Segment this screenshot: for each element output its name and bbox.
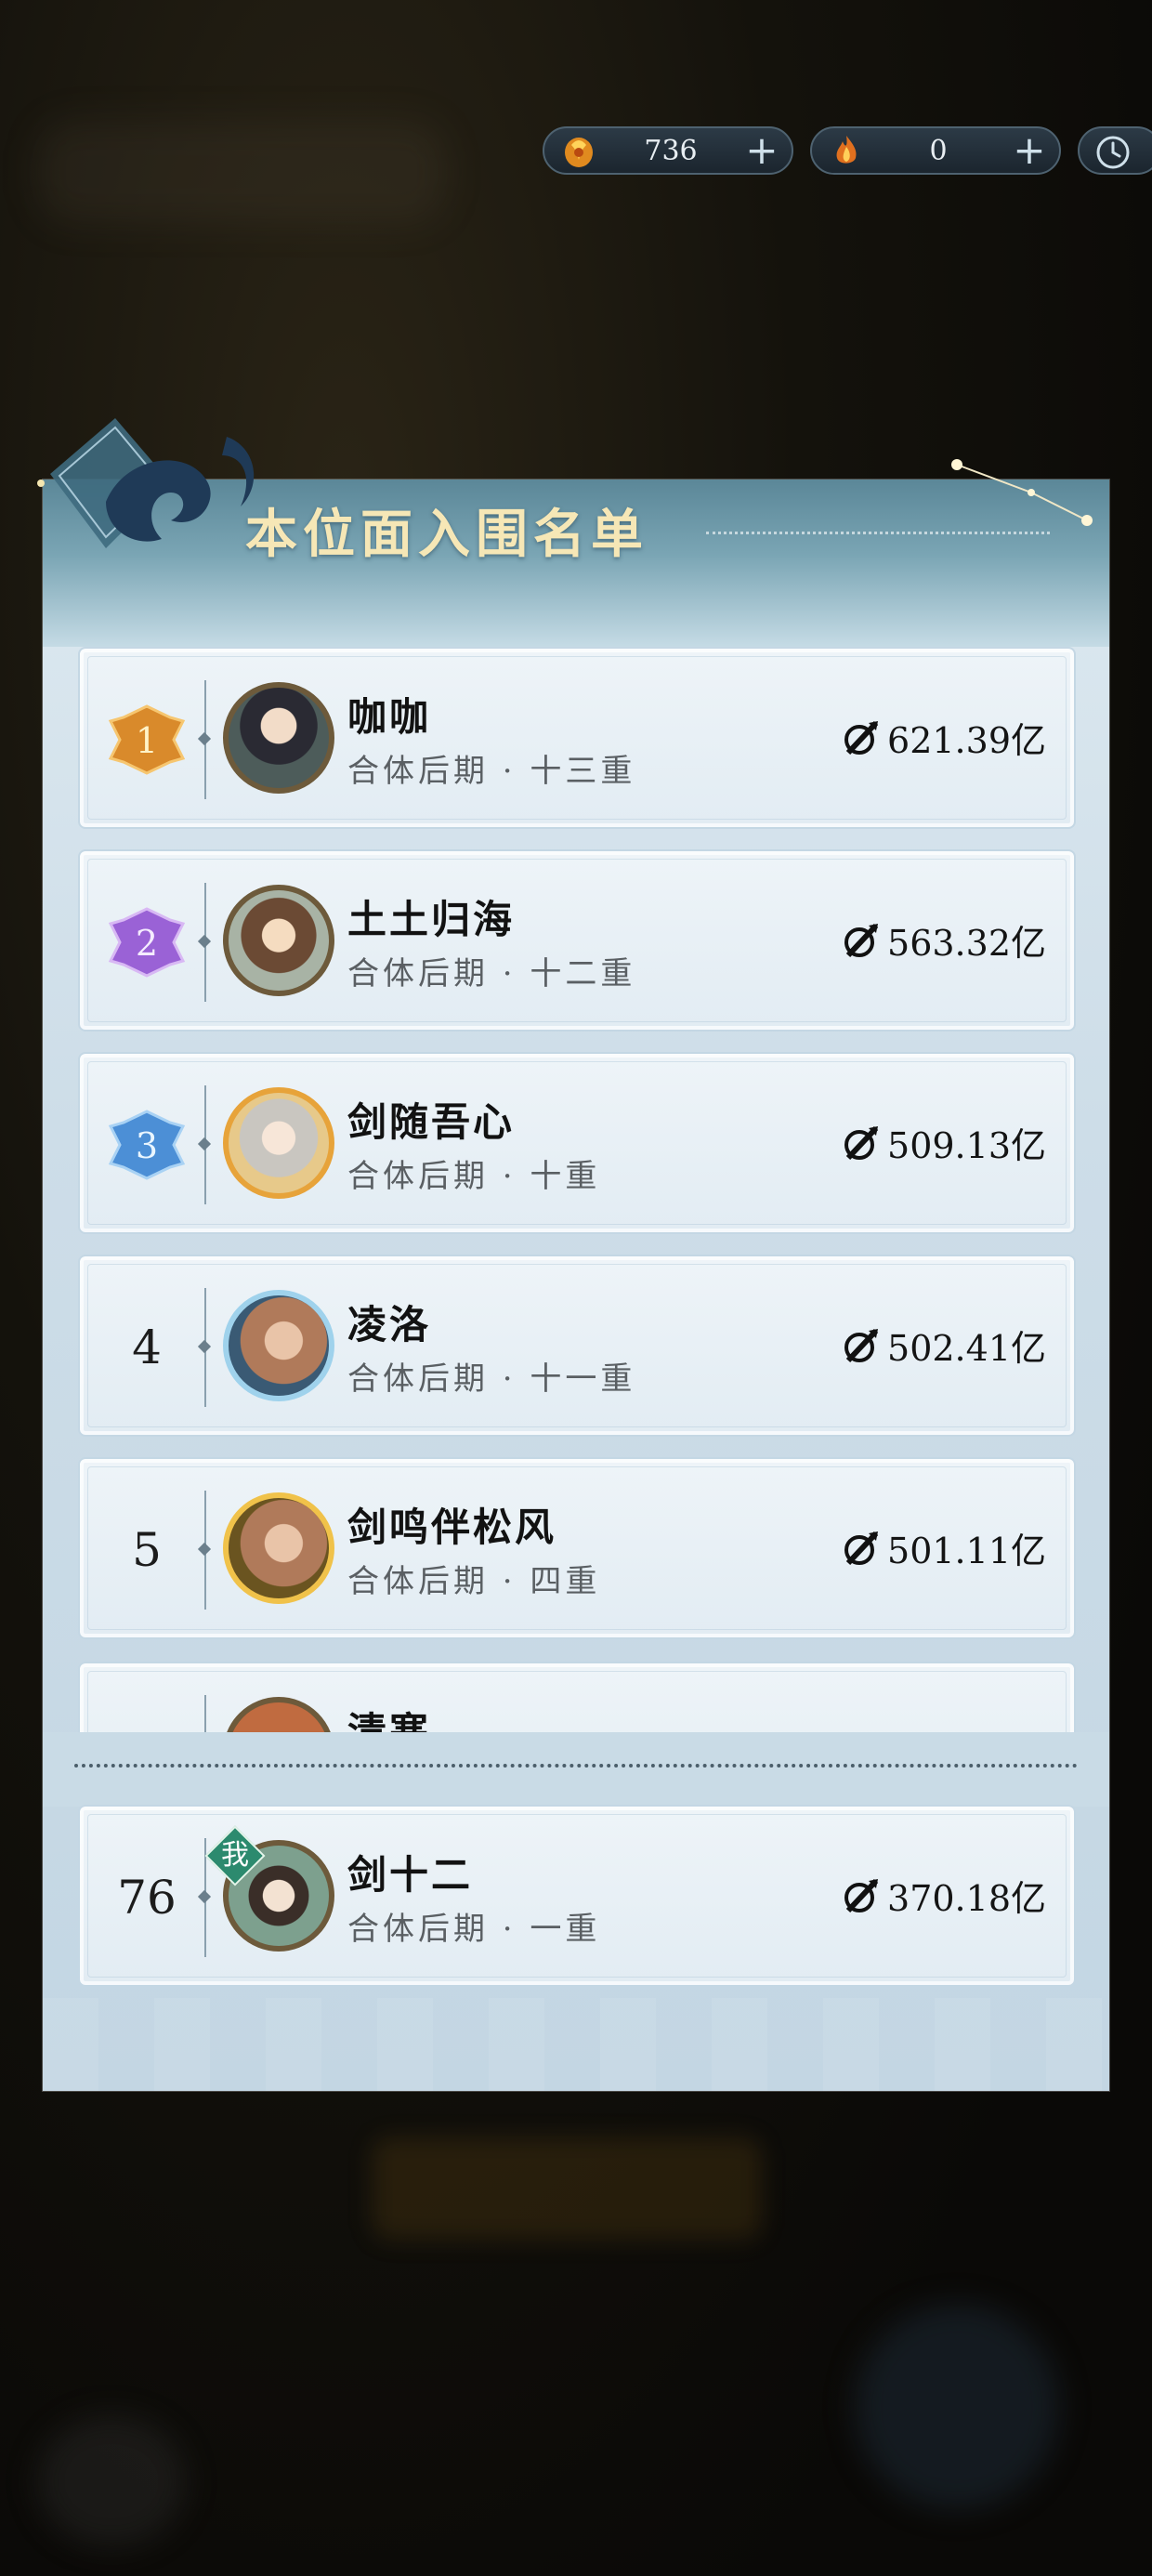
ranking-row[interactable]: 1 咖咖 合体后期 · 十三重 621.39亿 [78, 647, 1076, 829]
rank-badge: 3 [100, 1098, 193, 1191]
player-realm: 合体后期 · 十三重 [347, 753, 636, 790]
row-divider [204, 1085, 206, 1204]
constellation-decoration [951, 459, 1093, 526]
spirit-stone-icon [557, 129, 600, 172]
combat-power-value: 501.11亿 [887, 1531, 1046, 1571]
ranking-list-scroll-edge: 清寒 [78, 1662, 1076, 1732]
my-ranking-row[interactable]: 76 我 剑十二 合体后期 · 一重 370.18亿 [78, 1805, 1076, 1987]
combat-power: 621.39亿 [841, 712, 1046, 763]
rank-number: 76 [117, 1871, 177, 1925]
blurred-background-title [37, 121, 446, 223]
self-tag: 我 [221, 1839, 249, 1872]
currency-value: 736 [644, 134, 698, 167]
combat-power-value: 502.41亿 [887, 1328, 1046, 1369]
player-name: 凌洛 [347, 1302, 432, 1347]
player-avatar[interactable] [223, 1290, 334, 1401]
player-name: 剑鸣伴松风 [347, 1505, 557, 1550]
combat-power-icon [844, 923, 879, 957]
player-avatar[interactable] [223, 885, 334, 996]
row-divider [204, 1491, 206, 1610]
combat-power: 501.11亿 [841, 1522, 1046, 1573]
rank-badge: 1 [100, 693, 193, 786]
list-separator-area [43, 1732, 1109, 1807]
panel-title: 本位面入围名单 [245, 504, 648, 565]
player-avatar[interactable] [223, 682, 334, 794]
combat-power-icon [844, 1328, 879, 1362]
row-divider [204, 1695, 206, 1732]
combat-power-value: 509.13亿 [887, 1125, 1046, 1166]
player-avatar[interactable] [223, 1697, 334, 1732]
player-name: 土土归海 [347, 897, 516, 942]
blurred-background-round-button [855, 2305, 1059, 2509]
title-decoration-line [706, 532, 1050, 534]
dotted-separator [74, 1764, 1078, 1768]
rank-number: 1 [136, 720, 158, 761]
row-divider [204, 680, 206, 799]
combat-power: 509.13亿 [841, 1117, 1046, 1168]
combat-power-value: 621.39亿 [887, 720, 1046, 761]
combat-power-value: 370.18亿 [887, 1878, 1046, 1919]
currency-spirit-stone: 736 + [543, 126, 793, 175]
player-avatar[interactable] [223, 1492, 334, 1604]
rank-number: 4 [132, 1321, 162, 1374]
ranking-row[interactable]: 2 土土归海 合体后期 · 十二重 563.32亿 [78, 849, 1076, 1032]
ranking-row[interactable]: 3 剑随吾心 合体后期 · 十重 509.13亿 [78, 1052, 1076, 1234]
player-name: 剑十二 [347, 1852, 474, 1898]
combat-power: 370.18亿 [841, 1870, 1046, 1921]
player-name: 剑随吾心 [347, 1099, 516, 1145]
clock-icon [1094, 134, 1132, 171]
player-realm: 合体后期 · 一重 [347, 1911, 601, 1948]
combat-power-icon [844, 1878, 879, 1912]
combat-power-icon [844, 1125, 879, 1160]
blurred-background-button [372, 2137, 762, 2240]
player-realm: 合体后期 · 十重 [347, 1158, 601, 1195]
combat-power-value: 563.32亿 [887, 923, 1046, 964]
rank-badge: 2 [100, 896, 193, 989]
ranking-row[interactable]: 清寒 [78, 1662, 1076, 1732]
player-realm: 合体后期 · 四重 [347, 1563, 601, 1600]
rank-number: 2 [136, 923, 158, 964]
currency-value: 0 [929, 134, 948, 167]
rank-number: 3 [136, 1125, 158, 1166]
row-divider [204, 1288, 206, 1407]
player-name: 清寒 [347, 1709, 432, 1732]
ranking-row[interactable]: 4 凌洛 合体后期 · 十一重 502.41亿 [78, 1255, 1076, 1437]
player-realm: 合体后期 · 十二重 [347, 955, 636, 992]
ranking-row[interactable]: 5 剑鸣伴松风 合体后期 · 四重 501.11亿 [78, 1457, 1076, 1639]
add-flame-token-button[interactable]: + [1009, 131, 1050, 170]
player-realm: 合体后期 · 十一重 [347, 1360, 636, 1398]
flame-token-icon [825, 129, 868, 172]
row-divider [204, 883, 206, 1002]
combat-power: 563.32亿 [841, 914, 1046, 966]
combat-power: 502.41亿 [841, 1320, 1046, 1371]
combat-power-icon [844, 720, 879, 755]
history-button[interactable] [1078, 126, 1152, 175]
currency-flame-token: 0 + [810, 126, 1061, 175]
blurred-background-back-button [37, 2416, 186, 2546]
combat-power-icon [844, 1531, 879, 1565]
player-avatar[interactable] [223, 1087, 334, 1199]
add-spirit-stone-button[interactable]: + [741, 131, 782, 170]
panel-footer-pattern [43, 1998, 1109, 2091]
player-name: 咖咖 [347, 694, 432, 740]
rank-number: 5 [132, 1523, 162, 1577]
